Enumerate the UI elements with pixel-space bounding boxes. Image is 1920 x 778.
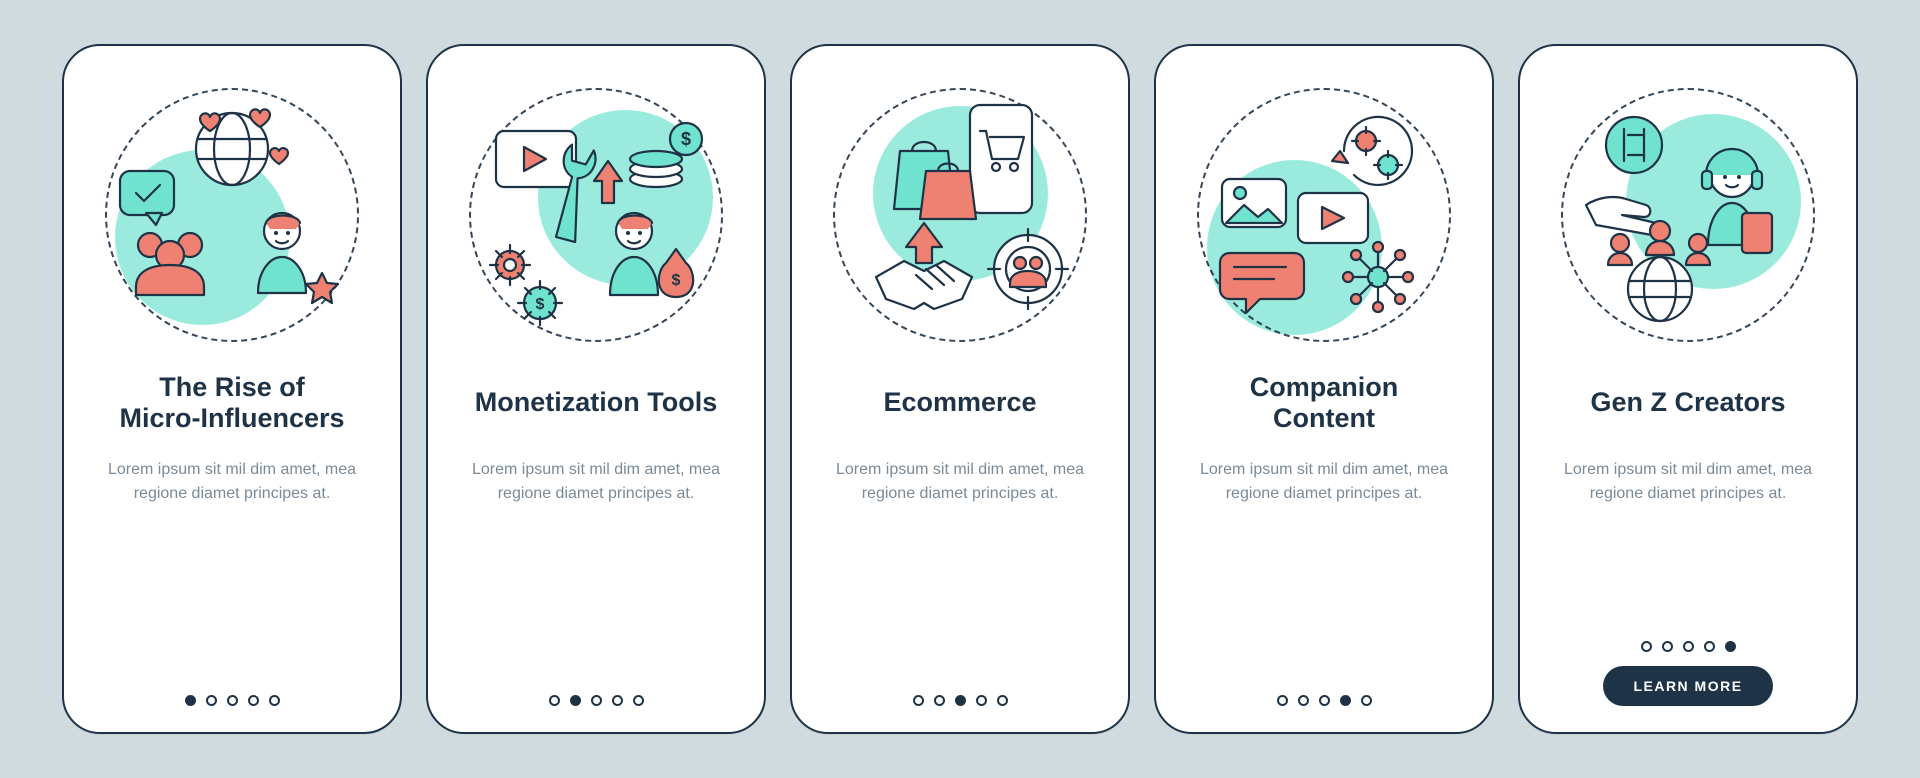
slide-description: Lorem ipsum sit mil dim amet, mea region… [1184,458,1464,506]
dot-3[interactable] [1319,695,1330,706]
slide-description: Lorem ipsum sit mil dim amet, mea region… [1548,458,1828,506]
dot-4[interactable] [612,695,623,706]
slide-title: Monetization Tools [471,368,721,438]
illustration-container: $ $ [461,80,731,350]
learn-more-button[interactable]: LEARN MORE [1603,666,1772,706]
ecommerce-icon [830,85,1090,345]
slide-description: Lorem ipsum sit mil dim amet, mea region… [456,458,736,506]
dot-4[interactable] [248,695,259,706]
svg-text:$: $ [536,296,545,313]
dot-2[interactable] [1662,641,1673,652]
slide-ecommerce: Ecommerce Lorem ipsum sit mil dim amet, … [790,44,1130,734]
dot-4[interactable] [1704,641,1715,652]
slide-monetization-tools: $ $ [426,44,766,734]
illustration-container [1553,80,1823,350]
slide-gen-z-creators: Gen Z Creators Lorem ipsum sit mil dim a… [1518,44,1858,734]
dot-3[interactable] [227,695,238,706]
dot-2[interactable] [1298,695,1309,706]
dot-3[interactable] [955,695,966,706]
dot-4[interactable] [1340,695,1351,706]
slide-description: Lorem ipsum sit mil dim amet, mea region… [820,458,1100,506]
dot-3[interactable] [1683,641,1694,652]
companion-content-icon [1194,85,1454,345]
dot-1[interactable] [1277,695,1288,706]
dot-5[interactable] [1725,641,1736,652]
slide-companion-content: Companion Content Lorem ipsum sit mil di… [1154,44,1494,734]
dot-2[interactable] [570,695,581,706]
dot-5[interactable] [633,695,644,706]
dot-2[interactable] [934,695,945,706]
slide-description: Lorem ipsum sit mil dim amet, mea region… [92,458,372,506]
pagination-dots [913,695,1008,706]
pagination-dots [549,695,644,706]
pagination-dots [185,695,280,706]
slide-micro-influencers: The Rise of Micro-Influencers Lorem ipsu… [62,44,402,734]
dot-5[interactable] [1361,695,1372,706]
onboarding-carousel: The Rise of Micro-Influencers Lorem ipsu… [0,0,1920,778]
slide-title: Ecommerce [879,368,1040,438]
illustration-container [97,80,367,350]
svg-text:$: $ [681,129,691,149]
pagination-dots [1641,641,1736,652]
pagination-dots [1277,695,1372,706]
svg-text:$: $ [672,272,681,289]
slide-title: Companion Content [1246,368,1403,438]
monetization-tools-icon: $ $ [466,85,726,345]
slide-title: The Rise of Micro-Influencers [115,368,348,438]
dot-4[interactable] [976,695,987,706]
dot-3[interactable] [591,695,602,706]
gen-z-creators-icon [1558,85,1818,345]
dot-1[interactable] [185,695,196,706]
dot-2[interactable] [206,695,217,706]
micro-influencers-icon [102,85,362,345]
slide-title: Gen Z Creators [1586,368,1789,438]
dot-1[interactable] [1641,641,1652,652]
illustration-container [1189,80,1459,350]
dot-5[interactable] [997,695,1008,706]
dot-1[interactable] [913,695,924,706]
illustration-container [825,80,1095,350]
dot-5[interactable] [269,695,280,706]
dot-1[interactable] [549,695,560,706]
